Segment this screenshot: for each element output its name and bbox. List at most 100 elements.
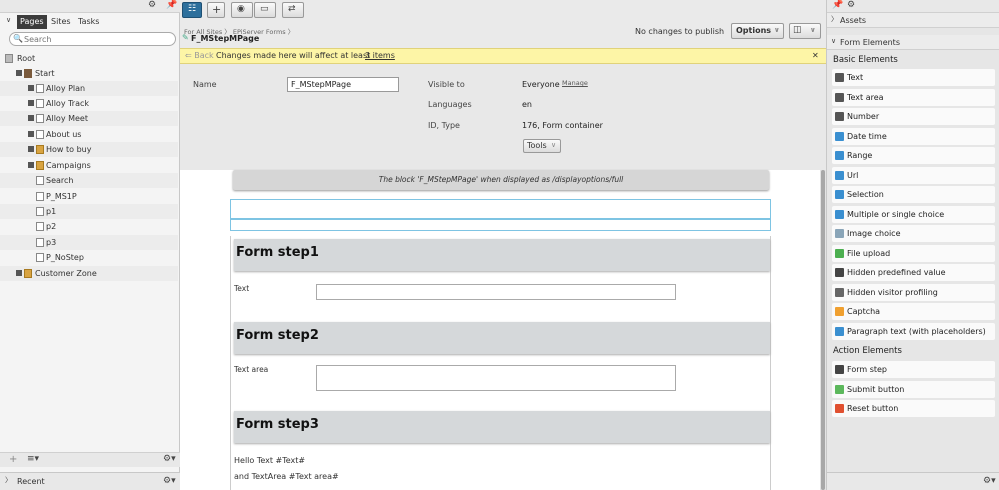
- expand-toggle-icon[interactable]: [28, 131, 34, 137]
- page-title: F_MStepMPage: [191, 34, 260, 43]
- tree-item-alloy-meet[interactable]: Alloy Meet: [0, 111, 178, 126]
- form-step-2-heading: Form step2: [234, 322, 770, 354]
- form-elements-panel-header[interactable]: ∨ Form Elements: [827, 35, 999, 50]
- view-settings-button[interactable]: ◫ ∨: [789, 23, 821, 39]
- search-icon: 🔍: [13, 34, 23, 43]
- page-tree-search[interactable]: 🔍: [9, 32, 176, 46]
- form-element-form-step[interactable]: Form step: [832, 361, 995, 378]
- file-upload-icon: [835, 248, 844, 258]
- close-icon[interactable]: ✕: [812, 49, 819, 63]
- affected-items-link[interactable]: 3 items: [365, 49, 395, 63]
- form-element-image-choice[interactable]: Image choice: [832, 225, 995, 242]
- name-label: Name: [193, 80, 217, 89]
- chevron-down-icon[interactable]: ∨: [6, 17, 11, 24]
- form-element-text[interactable]: Text: [832, 69, 995, 86]
- banner-message: Changes made here will affect at least: [216, 51, 371, 60]
- gear-icon[interactable]: ⚙▾: [163, 477, 176, 486]
- tree-item-how-to-buy[interactable]: How to buy: [0, 142, 178, 157]
- tree-item-alloy-track[interactable]: Alloy Track: [0, 96, 178, 111]
- tree-item-customer-zone[interactable]: Customer Zone: [0, 266, 178, 281]
- form-element-selection[interactable]: Selection: [832, 186, 995, 203]
- tab-pages[interactable]: Pages: [17, 15, 47, 29]
- back-link[interactable]: ⇐ Back: [185, 49, 214, 63]
- expand-toggle-icon[interactable]: [28, 146, 34, 152]
- form-element-label: Selection: [847, 190, 884, 199]
- assets-panel-header[interactable]: 〉 Assets: [827, 13, 999, 28]
- tree-item-about-us[interactable]: About us: [0, 127, 178, 142]
- monitor-icon: ▭: [260, 4, 269, 14]
- expand-toggle-icon[interactable]: [28, 85, 34, 91]
- gear-icon[interactable]: ⚙: [148, 1, 156, 10]
- scrollbar-thumb[interactable]: [821, 170, 825, 490]
- expand-toggle-icon[interactable]: [28, 115, 34, 121]
- gear-icon[interactable]: ⚙: [847, 1, 855, 10]
- form-element-number[interactable]: Number: [832, 108, 995, 125]
- form-element-file-upload[interactable]: File upload: [832, 244, 995, 262]
- compare-icon: ⇄: [288, 4, 296, 14]
- form-step-icon: [835, 365, 844, 374]
- tree-item-p-ms1p[interactable]: P_MS1P: [0, 189, 178, 204]
- form-element-date-time[interactable]: Date time: [832, 127, 995, 145]
- form-element-label: Captcha: [847, 307, 881, 316]
- add-content-button[interactable]: +: [207, 2, 225, 18]
- tree-item-alloy-plan[interactable]: Alloy Plan: [0, 81, 178, 96]
- editor-toolbar: ☷ + ◉ ▭ ⇄: [180, 0, 826, 21]
- tree-item-search[interactable]: Search: [0, 173, 178, 188]
- tree-item-p3[interactable]: p3: [0, 235, 178, 250]
- block-drop-zone[interactable]: [230, 199, 771, 219]
- collapse-toggle-icon[interactable]: [28, 162, 34, 168]
- pin-icon[interactable]: 📌: [832, 1, 843, 10]
- visible-to-value: Everyone: [522, 80, 560, 89]
- tree-item-p1[interactable]: p1: [0, 204, 178, 219]
- text-input[interactable]: [316, 284, 676, 300]
- tree-item-campaigns[interactable]: Campaigns: [0, 158, 178, 173]
- form-element-multiple-or-single-choice[interactable]: Multiple or single choice: [832, 205, 995, 223]
- compare-button[interactable]: ⇄: [282, 2, 304, 18]
- options-button[interactable]: Options ∨: [731, 23, 784, 39]
- search-input[interactable]: [24, 34, 172, 44]
- chevron-right-icon: 〉: [5, 476, 12, 484]
- view-mode-button[interactable]: ▭: [254, 2, 276, 18]
- page-icon: [36, 192, 44, 201]
- form-element-url[interactable]: Url: [832, 166, 995, 184]
- gear-icon[interactable]: ⚙▾: [983, 477, 996, 486]
- add-icon[interactable]: +: [9, 455, 17, 465]
- expand-toggle-icon[interactable]: [16, 270, 22, 276]
- publish-status: No changes to publish: [635, 27, 725, 36]
- form-element-captcha[interactable]: Captcha: [832, 303, 995, 320]
- recent-panel-header[interactable]: 〉 Recent ⚙▾: [0, 472, 180, 490]
- tree-item-root[interactable]: Root: [0, 51, 178, 66]
- form-element-paragraph-text-with-placeholders[interactable]: Paragraph text (with placeholders): [832, 322, 995, 340]
- tree-item-start[interactable]: Start: [0, 66, 178, 81]
- layout-icon: ◫: [793, 25, 802, 35]
- pin-icon[interactable]: 📌: [166, 1, 177, 10]
- tree-item-p2[interactable]: p2: [0, 219, 178, 234]
- form-element-text-area[interactable]: Text area: [832, 88, 995, 106]
- name-field[interactable]: [287, 77, 399, 92]
- root-icon: [5, 54, 13, 63]
- form-element-submit-button[interactable]: Submit button: [832, 380, 995, 398]
- tools-dropdown[interactable]: Tools ∨: [523, 139, 561, 153]
- back-arrow-icon: ⇐: [185, 51, 195, 60]
- options-label: Options: [736, 26, 772, 35]
- tab-sites[interactable]: Sites: [48, 15, 74, 29]
- form-element-hidden-visitor-profiling[interactable]: Hidden visitor profiling: [832, 283, 995, 301]
- settings-gear-icon[interactable]: ⚙▾: [163, 455, 176, 464]
- tree-item-p-nostep[interactable]: P_NoStep: [0, 250, 178, 265]
- page-tree-toggle-button[interactable]: ☷: [182, 2, 202, 18]
- form-element-range[interactable]: Range: [832, 147, 995, 164]
- tab-tasks[interactable]: Tasks: [75, 15, 102, 29]
- collapse-toggle-icon[interactable]: [16, 70, 22, 76]
- preview-button[interactable]: ◉: [231, 2, 253, 18]
- manage-access-link[interactable]: Manage: [562, 79, 588, 87]
- form-element-hidden-predefined-value[interactable]: Hidden predefined value: [832, 264, 995, 281]
- number-icon: [835, 112, 844, 121]
- page-icon: [36, 130, 44, 139]
- textarea-input[interactable]: [316, 365, 676, 391]
- block-drop-zone-secondary[interactable]: [230, 219, 771, 231]
- list-menu-icon[interactable]: ≡▾: [27, 455, 39, 464]
- expand-toggle-icon[interactable]: [28, 100, 34, 106]
- form-element-reset-button[interactable]: Reset button: [832, 400, 995, 417]
- editor-area: ☷ + ◉ ▭ ⇄ For All Sites 〉 EPiServer Form…: [180, 0, 826, 490]
- left-pane-tabs: ∨ Pages Sites Tasks: [0, 13, 180, 30]
